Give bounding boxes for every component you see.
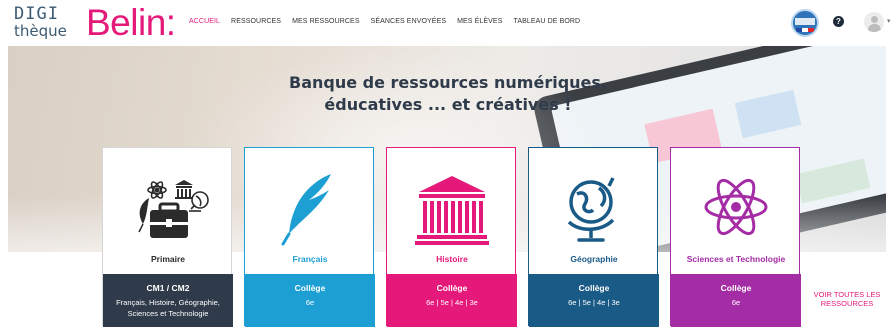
card-band: Collège 6e | 5e | 4e | 3e [529,274,659,327]
card-level: Collège [436,283,468,293]
user-menu-chevron-icon[interactable]: ▾ [887,17,891,25]
card-sciences-technologie[interactable]: Sciences et Technologie Collège 6e [670,147,801,327]
nav-ressources[interactable]: RESSOURCES [231,18,281,25]
hero-title-line-2: éducatives ... et créatives ! [324,95,572,114]
card-grades: 6e | 5e | 4e | 3e [426,298,478,307]
card-band: Collège 6e | 5e | 4e | 3e [387,274,517,327]
card-level: Collège [578,283,610,293]
card-grades: 6e [731,298,741,307]
card-level: Collège [294,283,326,293]
card-title: Histoire [436,254,468,264]
nav-seances-envoyees[interactable]: SÉANCES ENVOYÉES [371,18,447,25]
card-primaire[interactable]: Primaire CM1 / CM2 Français, Histoire, G… [102,147,233,327]
atom-icon [704,178,768,236]
see-all-resources-link[interactable]: VOIR TOUTES LES RESSOURCES [806,290,888,308]
nav-accueil[interactable]: ACCUEIL [189,18,220,25]
user-avatar-icon[interactable] [864,12,884,32]
card-francais[interactable]: Français Collège 6e [244,147,375,327]
card-grades: 6e | 5e | 4e | 3e [568,298,620,307]
temple-icon [415,176,489,245]
logo-brand: Belin: [86,2,176,43]
globe-icon [567,177,615,242]
card-title: Primaire [150,254,186,264]
help-icon[interactable]: ? [833,16,844,27]
card-level: Collège [720,283,752,293]
school-items-icon [138,180,209,238]
nav-mes-ressources[interactable]: MES RESSOURCES [292,18,360,25]
card-title: Français [292,254,328,264]
card-band: Collège 6e [245,274,375,327]
nav-mes-eleves[interactable]: MES ÉLÈVES [457,18,502,25]
card-band: Collège 6e [671,274,801,327]
badge-text-strip [795,18,815,25]
card-geographie[interactable]: Géographie Collège 6e | 5e | 4e | 3e [528,147,659,327]
top-header: DIGI thèque Belin: ACCUEIL RESSOURCES ME… [0,0,894,46]
logo-line-1: DIGI [14,4,59,24]
card-title: Sciences et Technologie [686,254,786,264]
card-grades: Français, Histoire, Géographie, Sciences… [116,298,220,318]
ressources-numeriques-badge-icon[interactable] [791,9,819,37]
nav-tableau-de-bord[interactable]: TABLEAU DE BORD [513,18,580,25]
card-level: CM1 / CM2 [146,283,190,293]
card-title: Géographie [570,254,618,264]
quill-icon [281,174,331,246]
french-flag-icon [796,28,814,32]
card-histoire[interactable]: Histoire Collège 6e | 5e | 4e | 3e [386,147,517,327]
logo-line-2: thèque [14,22,67,40]
main-nav: ACCUEIL RESSOURCES MES RESSOURCES SÉANCE… [189,18,580,25]
card-band: CM1 / CM2 Français, Histoire, Géographie… [103,274,233,327]
card-grades: 6e [305,298,315,307]
hero-title: Banque de ressources numériques, éducati… [238,72,658,116]
hero-title-line-1: Banque de ressources numériques, [289,73,607,92]
